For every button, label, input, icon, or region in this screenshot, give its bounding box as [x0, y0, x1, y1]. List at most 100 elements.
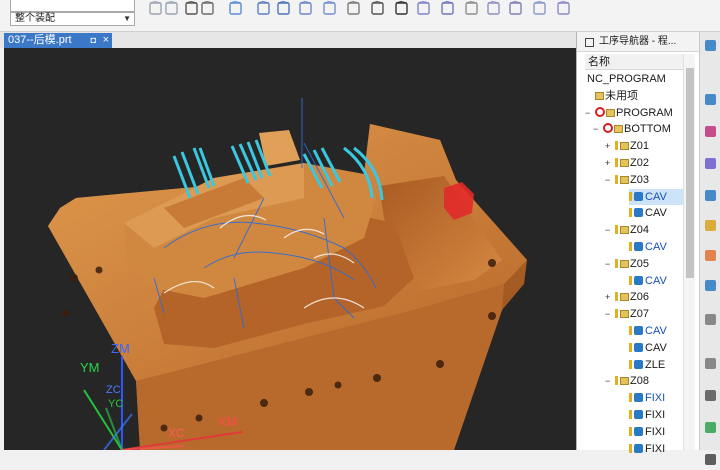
tree-node[interactable]: CAV [629, 323, 684, 339]
view-icon[interactable] [556, 1, 571, 16]
operation-icon [634, 242, 643, 251]
tree-node[interactable]: NC_PROGRAM [587, 71, 684, 87]
expand-icon[interactable]: + [605, 289, 613, 305]
align-icon[interactable] [508, 1, 523, 16]
collapse-icon[interactable]: − [605, 373, 613, 389]
collapse-icon[interactable]: − [605, 222, 613, 238]
tree-node[interactable]: − Z08 [605, 373, 684, 389]
measure-icon[interactable] [416, 1, 431, 16]
display-icon[interactable] [703, 452, 718, 467]
operation-icon [634, 443, 643, 453]
tree-node[interactable]: FIXI [629, 441, 684, 457]
column-header-name[interactable]: 名称 [585, 54, 689, 70]
close-icon[interactable]: × [103, 33, 109, 48]
wire-frame-icon[interactable] [346, 1, 361, 16]
folder-icon [620, 142, 629, 151]
type-filter-select[interactable] [10, 0, 135, 12]
tree-node-label: CAV [645, 341, 667, 354]
tool-icon[interactable] [703, 188, 718, 203]
tree-node[interactable]: FIXI [629, 424, 684, 440]
tree-node[interactable]: ZLE [629, 357, 684, 373]
pin-icon[interactable]: ◘ [91, 33, 96, 48]
tree-node[interactable]: − Z05 [605, 256, 684, 272]
tree-node[interactable]: − Z07 [605, 306, 684, 322]
history-icon[interactable] [703, 356, 718, 371]
snap-icon[interactable] [164, 1, 179, 16]
tree-node-label: NC_PROGRAM [587, 73, 666, 85]
fit-icon[interactable] [256, 1, 271, 16]
status-pin-icon [629, 359, 632, 369]
collapse-icon[interactable]: − [605, 256, 613, 272]
tree-node[interactable]: FIXI [629, 407, 684, 423]
graphics-viewport[interactable]: ZM YM XM ZC YC XC [4, 48, 576, 450]
tree-node[interactable]: − BOTTOM [593, 121, 684, 137]
no-entry-icon [603, 123, 613, 134]
tree-node[interactable]: − Z04 [605, 222, 684, 238]
signal-icon[interactable] [703, 278, 718, 293]
tree-node[interactable]: − Z03 [605, 172, 684, 188]
tree-icon[interactable] [486, 1, 501, 16]
resource-bar [699, 32, 720, 465]
cube-icon[interactable] [228, 1, 243, 16]
palette-icon[interactable] [703, 248, 718, 263]
tree-node-label: FIXI [645, 392, 666, 405]
dark-cube-icon[interactable] [394, 1, 409, 16]
select-box-icon[interactable] [200, 1, 215, 16]
tree-node[interactable]: − PROGRAM [585, 105, 684, 121]
tree-node[interactable]: CAV [629, 340, 684, 356]
folder-icon [620, 377, 629, 386]
tree-node[interactable]: + Z06 [605, 289, 684, 305]
tree-node[interactable]: 未用项 [595, 88, 684, 104]
no-entry-icon [595, 106, 605, 117]
machine-icon[interactable] [703, 92, 718, 107]
collapse-icon[interactable]: − [593, 121, 601, 137]
shaded-cube-icon[interactable] [276, 1, 291, 16]
navigator-scrollbar[interactable] [683, 54, 695, 450]
section-icon[interactable] [440, 1, 455, 16]
status-pin-icon [629, 410, 632, 419]
tree-node[interactable]: CAV [629, 188, 684, 205]
axis-label-zm: ZM [111, 341, 130, 356]
library-icon[interactable] [703, 218, 718, 233]
tree-node[interactable]: CAV [629, 205, 684, 221]
folder-icon [595, 91, 604, 100]
tab-part-file[interactable]: 037--后模.prt ◘ × [4, 33, 112, 48]
node-icon[interactable] [532, 1, 547, 16]
status-pin-icon [629, 208, 632, 218]
gradient-icon[interactable] [370, 1, 385, 16]
tree-node[interactable]: + Z02 [605, 155, 684, 171]
scrollbar-thumb[interactable] [686, 68, 694, 278]
tree-node[interactable]: CAV [629, 239, 684, 255]
collapse-icon[interactable]: − [605, 306, 613, 322]
expand-icon[interactable]: + [605, 155, 613, 171]
tree-node-label: Z08 [630, 375, 649, 388]
operation-icon [634, 275, 643, 285]
expand-icon[interactable]: + [605, 138, 613, 154]
geometry-icon[interactable] [703, 124, 718, 139]
clock-icon[interactable] [703, 388, 718, 403]
assembly-scope-value: 整个装配 [15, 13, 55, 24]
assembly-scope-select[interactable]: 整个装配 ▼ [10, 12, 135, 26]
cursor-icon[interactable] [148, 1, 163, 16]
color-icon[interactable] [703, 420, 718, 435]
panel-window-icon [585, 38, 594, 47]
axis-label-yc: YC [108, 398, 124, 410]
tree-node-label: CAV [645, 190, 667, 203]
method-icon[interactable] [703, 156, 718, 171]
collapse-icon[interactable]: − [585, 105, 593, 121]
tree-node[interactable]: FIXI [629, 390, 684, 406]
branch-icon[interactable] [464, 1, 479, 16]
status-pin-icon [615, 309, 618, 319]
box-view-icon[interactable] [322, 1, 337, 16]
collapse-icon[interactable]: − [605, 172, 613, 188]
tree-node[interactable]: + Z01 [605, 138, 684, 154]
point-icon[interactable] [184, 1, 199, 16]
status-pin-icon [629, 342, 632, 352]
tree-node[interactable]: CAV [629, 273, 684, 289]
navigator-icon[interactable] [703, 38, 718, 53]
axis-label-xm: XM [218, 414, 238, 429]
wire-cube-icon[interactable] [298, 1, 313, 16]
chevron-down-icon: ▼ [123, 14, 131, 23]
layers-icon[interactable] [703, 312, 718, 327]
operation-icon [634, 208, 643, 218]
